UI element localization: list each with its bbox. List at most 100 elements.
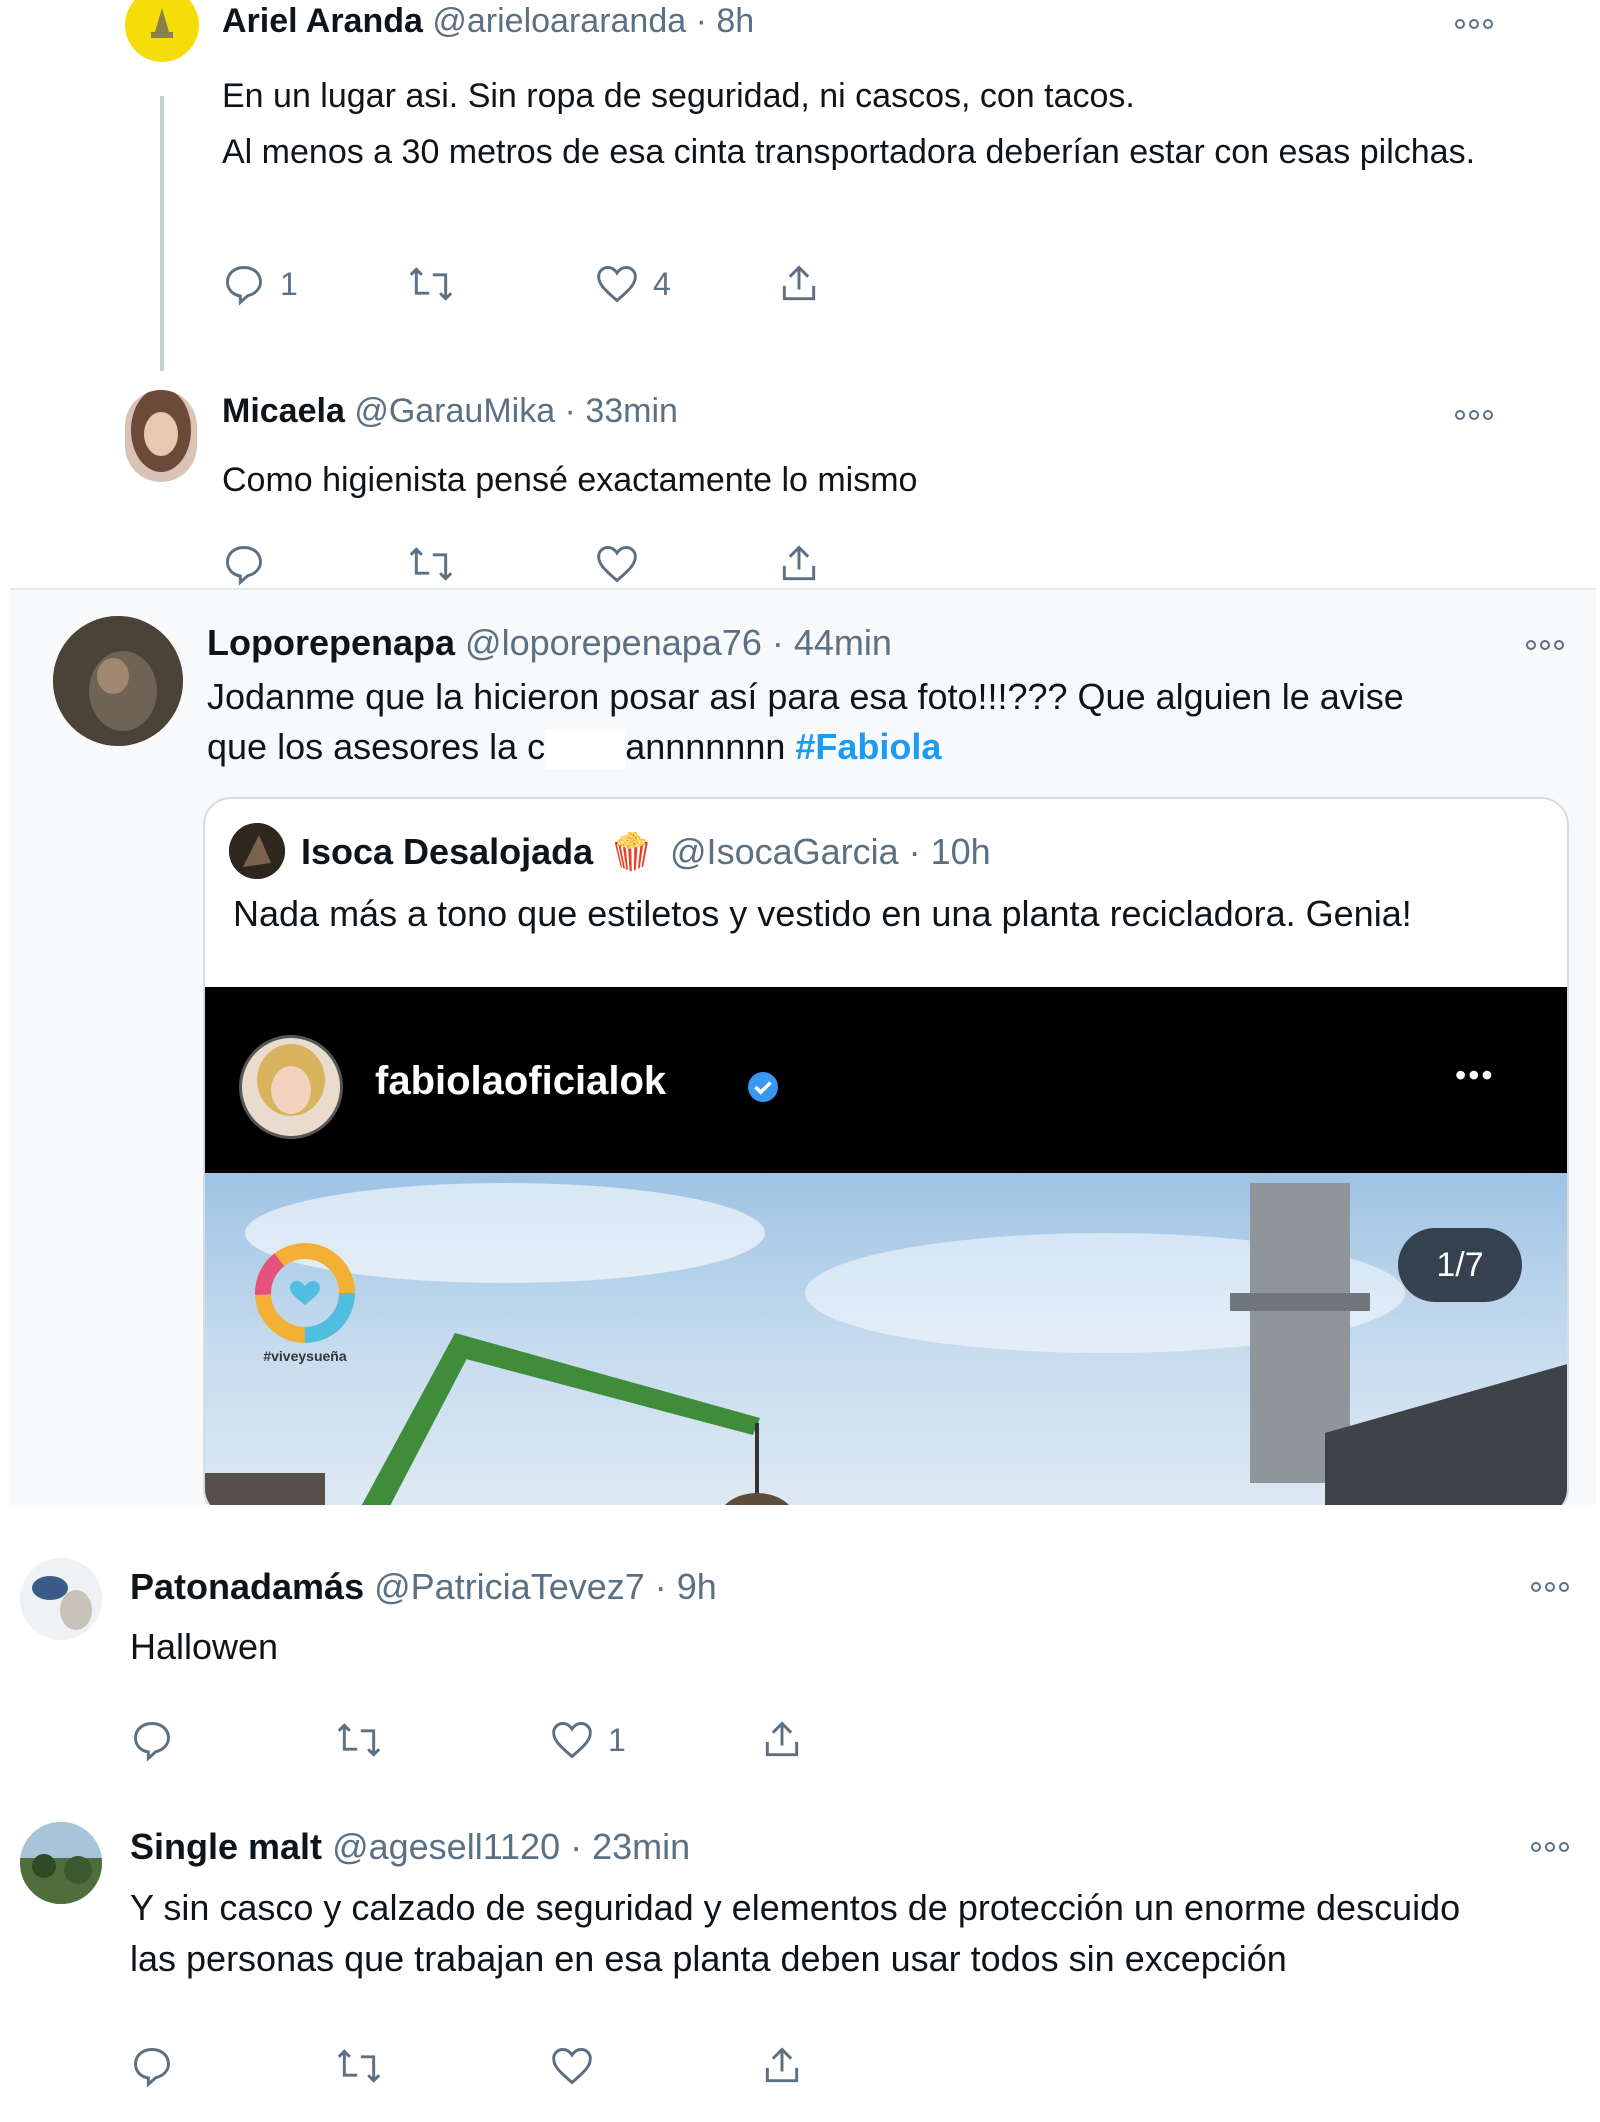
author-handle[interactable]: @GarauMika · 33min — [354, 392, 678, 430]
tweet-actions: 1 4 — [222, 262, 922, 322]
like-count: 1 — [608, 1721, 626, 1758]
reply-button[interactable] — [222, 542, 266, 586]
tweet-text: Hallowen — [130, 1626, 279, 1667]
share-button[interactable] — [777, 262, 821, 306]
thread-line — [160, 96, 164, 371]
author-name[interactable]: Patonadamás — [130, 1566, 364, 1607]
like-count: 4 — [653, 265, 671, 302]
share-button[interactable] — [760, 2044, 804, 2088]
instagram-username[interactable]: fabiolaoficialok — [375, 1059, 666, 1104]
photo-counter: 1/7 — [1398, 1228, 1522, 1302]
avatar[interactable] — [125, 0, 199, 62]
popcorn-emoji: 🍿 — [609, 831, 654, 872]
tweet-text: Jodanme que la hicieron posar así para e… — [207, 672, 1567, 772]
like-icon — [552, 1722, 592, 1759]
avatar-portrait-icon — [257, 1044, 325, 1116]
quoted-tweet[interactable]: Isoca Desalojada 🍿 @IsocaGarcia · 10h Na… — [203, 797, 1569, 1517]
retweet-button[interactable] — [407, 262, 455, 306]
like-button[interactable]: 1 — [550, 1718, 626, 1762]
reply-icon — [226, 266, 262, 306]
instagram-more-icon[interactable]: ••• — [1455, 1057, 1495, 1094]
avatar[interactable] — [53, 616, 183, 746]
share-icon — [782, 265, 816, 301]
tweet-single-malt[interactable]: Single malt @agesell1120 · 23min Y sin c… — [0, 1800, 1600, 2122]
tweet-actions — [222, 542, 922, 588]
avatar[interactable] — [20, 1558, 102, 1640]
author-handle[interactable]: @PatriciaTevez7 · 9h — [374, 1566, 717, 1607]
like-icon — [597, 266, 637, 303]
avatar-portrait-icon — [131, 390, 191, 472]
like-button[interactable] — [550, 2044, 594, 2088]
like-icon — [597, 546, 637, 583]
quote-author-name[interactable]: Isoca Desalojada — [301, 831, 593, 872]
logo-hashtag: #viveysueña — [263, 1348, 347, 1364]
tweet-actions — [130, 2044, 830, 2104]
more-icon[interactable] — [1452, 17, 1496, 31]
instagram-post-header: fabiolaoficialok ••• — [205, 987, 1567, 1173]
tweet-header: Patonadamás @PatriciaTevez7 · 9h — [130, 1566, 717, 1608]
retweet-icon — [409, 267, 453, 301]
quote-avatar[interactable] — [229, 823, 285, 879]
instagram-avatar[interactable] — [239, 1035, 343, 1139]
retweet-icon — [409, 547, 453, 581]
reply-icon — [134, 2048, 170, 2088]
share-icon — [765, 1721, 799, 1757]
like-button[interactable]: 4 — [595, 262, 671, 306]
more-icon[interactable] — [1523, 638, 1567, 652]
retweet-icon — [337, 1723, 381, 1757]
author-name[interactable]: Loporepenapa — [207, 622, 455, 663]
censor-block — [545, 729, 626, 770]
tweet-patonadamas[interactable]: Patonadamás @PatriciaTevez7 · 9h Hallowe… — [0, 1540, 1600, 1780]
more-icon[interactable] — [1528, 1580, 1572, 1594]
vive-y-suena-logo: #viveysueña — [240, 1243, 370, 1373]
avatar-photo-icon — [20, 1558, 102, 1640]
author-handle[interactable]: @agesell1120 · 23min — [332, 1826, 690, 1867]
author-name[interactable]: Micaela — [222, 392, 345, 430]
retweet-button[interactable] — [407, 542, 455, 586]
tweet-actions: 1 — [130, 1718, 830, 1778]
tweet-text-part-a: que los asesores la c — [207, 726, 546, 767]
author-handle[interactable]: @arieloararanda · 8h — [432, 2, 754, 40]
author-name[interactable]: Ariel Aranda — [222, 2, 423, 40]
tweet-text: Como higienista pensé exactamente lo mis… — [222, 461, 918, 499]
avatar[interactable] — [20, 1822, 102, 1904]
more-icon[interactable] — [1452, 408, 1496, 422]
tweet-text-part-b: annnnnnn — [625, 726, 786, 767]
tweet-header: Ariel Aranda @arieloararanda · 8h — [222, 2, 754, 41]
share-icon — [782, 545, 816, 581]
retweet-button[interactable] — [335, 2044, 383, 2088]
retweet-button[interactable] — [335, 1718, 383, 1762]
quote-author-handle[interactable]: @IsocaGarcia · 10h — [670, 831, 991, 872]
avatar-logo-icon — [151, 8, 173, 38]
tweet-ariel-aranda[interactable]: Ariel Aranda @arieloararanda · 8h En un … — [0, 0, 1600, 380]
tweet-micaela[interactable]: Micaela @GarauMika · 33min Como higienis… — [0, 380, 1600, 588]
tweet-text-line-2: que los asesores la c annnnnnn #Fabiola — [207, 722, 1567, 772]
avatar-photo-icon — [229, 823, 285, 879]
tweet-text-line-1: Jodanme que la hicieron posar así para e… — [207, 676, 1404, 717]
like-button[interactable] — [595, 542, 639, 586]
share-button[interactable] — [760, 1718, 804, 1762]
industrial-scene-image — [205, 1183, 1567, 1515]
avatar[interactable] — [125, 390, 197, 482]
reply-button[interactable]: 1 — [222, 262, 298, 306]
hashtag-link[interactable]: #Fabiola — [795, 726, 941, 767]
share-icon — [765, 2047, 799, 2083]
author-name[interactable]: Single malt — [130, 1826, 322, 1867]
more-icon[interactable] — [1528, 1840, 1572, 1854]
page: Ariel Aranda @arieloararanda · 8h En un … — [0, 0, 1600, 2122]
tweet-text: Y sin casco y calzado de seguridad y ele… — [130, 1887, 1461, 1979]
quote-text: Nada más a tono que estiletos y vestido … — [233, 893, 1412, 934]
tweet-header: Micaela @GarauMika · 33min — [222, 392, 678, 431]
avatar-landscape-icon — [20, 1822, 102, 1904]
reply-button[interactable] — [130, 1718, 174, 1762]
share-button[interactable] — [777, 542, 821, 586]
avatar-photo-icon — [53, 616, 183, 746]
author-handle[interactable]: @loporepenapa76 · 44min — [465, 622, 892, 663]
quote-header: Isoca Desalojada 🍿 @IsocaGarcia · 10h — [301, 831, 991, 873]
tweet-header: Single malt @agesell1120 · 23min — [130, 1826, 690, 1868]
verified-icon — [748, 1072, 778, 1102]
reply-button[interactable] — [130, 2044, 174, 2088]
like-icon — [552, 2048, 592, 2085]
instagram-photo[interactable]: #viveysueña 1/7 — [205, 1173, 1567, 1515]
reply-count: 1 — [280, 265, 298, 302]
